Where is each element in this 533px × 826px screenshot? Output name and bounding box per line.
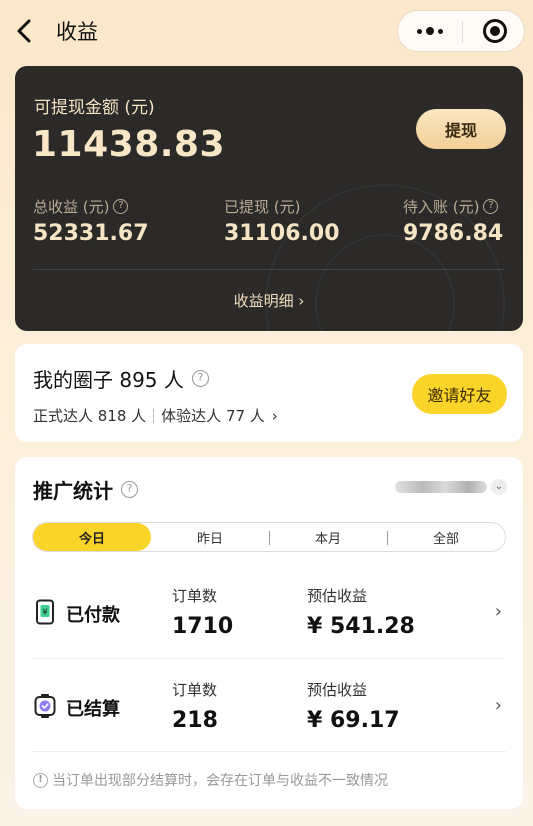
note-text: 当订单出现部分结算时，会存在订单与收益不一致情况 bbox=[52, 773, 388, 789]
paid-row[interactable]: ¥ 已付款 订单数 1710 预估收益 ¥ 541.28 › bbox=[32, 565, 506, 658]
period-tabs: 今日 昨日 本月 全部 bbox=[32, 522, 506, 552]
orders-column: 订单数 1710 bbox=[172, 585, 233, 639]
trial-count: 体验达人 77 人 bbox=[161, 407, 265, 425]
tab-label: 全部 bbox=[432, 531, 459, 547]
stat-value: 52331.67 bbox=[33, 221, 149, 246]
income-label: 预估收益 bbox=[307, 681, 368, 699]
promo-title: 推广统计 bbox=[33, 479, 113, 503]
invite-friends-button[interactable]: 邀请好友 bbox=[412, 374, 507, 414]
row-name: 已结算 bbox=[66, 699, 120, 720]
stat-label: 待入账 (元) bbox=[403, 198, 480, 216]
target-icon[interactable] bbox=[483, 19, 507, 43]
top-nav-bar: 收益 bbox=[0, 0, 533, 62]
tab-all[interactable]: 全部 bbox=[387, 523, 505, 551]
orders-label: 订单数 bbox=[172, 681, 218, 699]
help-icon[interactable]: ? bbox=[191, 370, 209, 387]
income-value: ¥ 541.28 bbox=[307, 614, 415, 639]
tab-today[interactable]: 今日 bbox=[33, 523, 151, 551]
tab-month[interactable]: 本月 bbox=[269, 523, 387, 551]
total-income-stat: 总收益 (元)? 52331.67 bbox=[33, 196, 149, 246]
withdraw-button[interactable]: 提现 bbox=[416, 109, 506, 149]
stat-label: 已提现 (元) bbox=[224, 198, 301, 216]
stat-value: 9786.84 bbox=[403, 221, 504, 246]
tab-label: 本月 bbox=[314, 531, 341, 547]
svg-text:¥: ¥ bbox=[42, 608, 47, 617]
orders-label: 订单数 bbox=[172, 587, 218, 605]
withdrawn-stat: 已提现 (元) 31106.00 bbox=[224, 196, 340, 246]
settled-row[interactable]: 已结算 订单数 218 预估收益 ¥ 69.17 › bbox=[32, 658, 506, 751]
page-title: 收益 bbox=[56, 20, 98, 44]
back-arrow-icon[interactable] bbox=[12, 17, 38, 45]
official-count: 正式达人 818 人 bbox=[33, 407, 147, 425]
settled-check-icon bbox=[34, 694, 56, 718]
divider bbox=[32, 751, 506, 752]
settlement-note: ! 当订单出现部分结算时，会存在订单与收益不一致情况 bbox=[33, 770, 388, 790]
my-circle-card: 我的圈子 895 人 ? 正式达人 818 人 体验达人 77 人 › 邀请好友 bbox=[15, 344, 523, 442]
orders-value: 218 bbox=[172, 708, 218, 733]
income-column: 预估收益 ¥ 541.28 bbox=[307, 585, 415, 639]
income-label: 预估收益 bbox=[307, 587, 368, 605]
info-icon: ! bbox=[33, 772, 48, 788]
more-dots-icon[interactable] bbox=[408, 11, 452, 51]
row-name: 已付款 bbox=[66, 605, 120, 626]
chevron-right-icon: › bbox=[494, 601, 502, 622]
stat-label: 总收益 (元) bbox=[33, 198, 110, 216]
circle-subtitle[interactable]: 正式达人 818 人 体验达人 77 人 › bbox=[33, 405, 278, 426]
divider bbox=[153, 408, 155, 423]
chevron-down-icon: ⌄ bbox=[491, 479, 507, 495]
income-value: ¥ 69.17 bbox=[307, 708, 400, 733]
income-detail-link[interactable]: 收益明细 › bbox=[15, 290, 523, 311]
available-amount: 11438.83 bbox=[32, 124, 226, 165]
promo-title-row: 推广统计 ? bbox=[33, 475, 138, 504]
paid-phone-icon: ¥ bbox=[36, 599, 54, 625]
stat-value: 31106.00 bbox=[224, 221, 340, 246]
orders-column: 订单数 218 bbox=[172, 679, 218, 733]
divider bbox=[33, 269, 505, 270]
circle-title: 我的圈子 895 人 bbox=[33, 368, 184, 392]
tab-label: 昨日 bbox=[196, 531, 223, 547]
account-selector[interactable]: ⌄ bbox=[395, 479, 507, 495]
help-icon[interactable]: ? bbox=[483, 199, 499, 214]
help-icon[interactable]: ? bbox=[121, 481, 138, 498]
chevron-right-icon: › bbox=[494, 695, 502, 716]
available-label: 可提现金额 (元) bbox=[34, 98, 155, 118]
earnings-card: 可提现金额 (元) 11438.83 提现 总收益 (元)? 52331.67 … bbox=[15, 66, 523, 331]
promotion-stats-card: 推广统计 ? ⌄ 今日 昨日 本月 全部 ¥ 已付款 订单数 1710 预估收益… bbox=[15, 457, 523, 809]
orders-value: 1710 bbox=[172, 614, 234, 639]
help-icon[interactable]: ? bbox=[113, 199, 129, 214]
income-column: 预估收益 ¥ 69.17 bbox=[307, 679, 400, 733]
tab-yesterday[interactable]: 昨日 bbox=[151, 523, 269, 551]
mini-program-capsule bbox=[397, 10, 525, 52]
circle-title-row: 我的圈子 895 人 ? bbox=[33, 364, 209, 393]
chevron-right-icon: › bbox=[271, 406, 278, 425]
pending-stat: 待入账 (元)? 9786.84 bbox=[403, 196, 503, 246]
blurred-selector-text bbox=[395, 481, 487, 493]
